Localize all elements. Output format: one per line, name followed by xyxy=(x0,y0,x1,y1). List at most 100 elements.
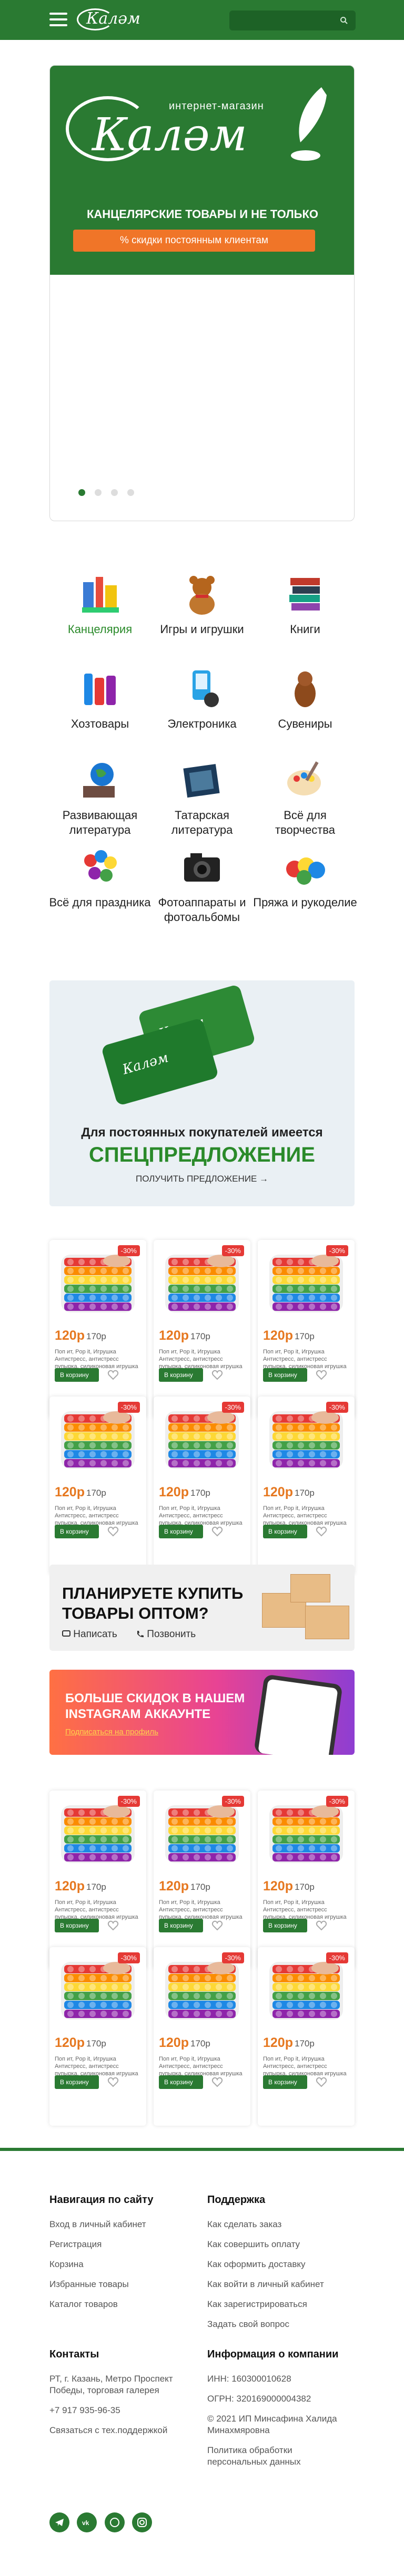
discount-button[interactable]: % скидки постоянным клиентам xyxy=(73,230,315,252)
product-image[interactable] xyxy=(158,1952,246,2026)
heart-icon[interactable] xyxy=(107,2076,119,2088)
category-cameras[interactable]: Фотоаппараты и фотоальбомы xyxy=(149,845,255,925)
add-to-cart-button[interactable]: В корзину xyxy=(159,1368,203,1382)
product-description[interactable]: Поп ит, Pop it, Игрушка Антистресс, анти… xyxy=(159,1348,246,1370)
product-description[interactable]: Поп ит, Pop it, Игрушка Антистресс, анти… xyxy=(263,2055,350,2077)
footer-link-login[interactable]: Вход в личный кабинет xyxy=(49,2219,153,2230)
heart-icon[interactable] xyxy=(211,1526,223,1537)
loyalty-promo[interactable]: Калəм Калəм Для постоянных покупателей и… xyxy=(49,980,355,1206)
heart-icon[interactable] xyxy=(107,1526,119,1537)
header-logo[interactable]: Калəм xyxy=(77,7,145,32)
product-card[interactable]: -30% 120р 170р Поп ит, Pop it, Игрушка Анти… xyxy=(154,1240,250,1419)
product-image[interactable] xyxy=(158,1796,246,1869)
privacy-policy-link[interactable]: Политика обработки персональных данных xyxy=(207,2445,355,2468)
footer-link-delivery[interactable]: Как оформить доставку xyxy=(207,2259,324,2270)
phone-link[interactable]: +7 917 935-96-35 xyxy=(49,2405,176,2416)
product-card[interactable]: -30% 120р 170р Поп ит, Pop it, Игрушка Анти… xyxy=(49,1240,146,1419)
heart-icon[interactable] xyxy=(316,1920,327,1931)
whatsapp-icon[interactable] xyxy=(104,2512,125,2532)
product-image[interactable] xyxy=(262,1952,350,2026)
category-household[interactable]: Хозтовары xyxy=(47,666,153,731)
slider-dot-4[interactable] xyxy=(127,489,134,496)
slider-dot-3[interactable] xyxy=(111,489,118,496)
product-card[interactable]: -30% 120р 170р Поп ит, Pop it, Игрушка Анти… xyxy=(49,1947,146,2126)
category-books[interactable]: Книги xyxy=(252,572,358,637)
call-button[interactable]: Позвонить xyxy=(136,1629,196,1640)
category-creativity[interactable]: Всё для творчества xyxy=(252,758,358,837)
slider-dot-2[interactable] xyxy=(95,489,102,496)
add-to-cart-button[interactable]: В корзину xyxy=(55,1919,99,1932)
product-description[interactable]: Поп ит, Pop it, Игрушка Антистресс, анти… xyxy=(55,1348,142,1370)
add-to-cart-button[interactable]: В корзину xyxy=(159,2075,203,2089)
product-image[interactable] xyxy=(262,1796,350,1869)
category-souvenirs[interactable]: Сувениры xyxy=(252,666,358,731)
product-description[interactable]: Поп ит, Pop it, Игрушка Антистресс, анти… xyxy=(159,1899,246,1921)
product-image[interactable] xyxy=(158,1402,246,1475)
footer-link-catalog[interactable]: Каталог товаров xyxy=(49,2299,153,2310)
product-description[interactable]: Поп ит, Pop it, Игрушка Антистресс, анти… xyxy=(263,1899,350,1921)
heart-icon[interactable] xyxy=(107,1920,119,1931)
category-holiday[interactable]: Всё для праздника xyxy=(47,845,153,910)
write-button[interactable]: Написать xyxy=(62,1629,117,1640)
telegram-icon[interactable] xyxy=(49,2512,69,2532)
footer-link-cart[interactable]: Корзина xyxy=(49,2259,153,2270)
add-to-cart-button[interactable]: В корзину xyxy=(159,1919,203,1932)
product-description[interactable]: Поп ит, Pop it, Игрушка Антистресс, анти… xyxy=(263,1348,350,1370)
category-stationery[interactable]: Канцелярия xyxy=(47,572,153,637)
subscribe-link[interactable]: Подписаться на профиль xyxy=(65,1727,158,1736)
heart-icon[interactable] xyxy=(316,2076,327,2088)
product-image[interactable] xyxy=(54,1796,142,1869)
add-to-cart-button[interactable]: В корзину xyxy=(263,1368,307,1382)
instagram-icon[interactable] xyxy=(132,2512,153,2532)
add-to-cart-button[interactable]: В корзину xyxy=(55,2075,99,2089)
add-to-cart-button[interactable]: В корзину xyxy=(263,1525,307,1538)
product-card[interactable]: -30% 120р 170р Поп ит, Pop it, Игрушка Анти… xyxy=(154,1947,250,2126)
footer-link-register[interactable]: Регистрация xyxy=(49,2239,153,2250)
product-image[interactable] xyxy=(54,1402,142,1475)
category-educational[interactable]: Развивающая литература xyxy=(47,758,153,837)
product-card[interactable]: -30% 120р 170р Поп ит, Pop it, Игрушка Анти… xyxy=(258,1947,355,2126)
heart-icon[interactable] xyxy=(107,1369,119,1381)
product-image[interactable] xyxy=(262,1245,350,1319)
search-input[interactable] xyxy=(229,11,356,30)
product-card[interactable]: -30% 120р 170р Поп ит, Pop it, Игрушка Анти… xyxy=(49,1791,146,1969)
product-description[interactable]: Поп ит, Pop it, Игрушка Антистресс, анти… xyxy=(55,1505,142,1527)
add-to-cart-button[interactable]: В корзину xyxy=(263,2075,307,2089)
product-card[interactable]: -30% 120р 170р Поп ит, Pop it, Игрушка Анти… xyxy=(258,1240,355,1419)
hero-slider[interactable]: интернет-магазин Калəм КАНЦЕЛЯРСКИЕ ТОВА… xyxy=(49,65,355,521)
category-tatar-literature[interactable]: Татарская литература xyxy=(149,758,255,837)
product-description[interactable]: Поп ит, Pop it, Игрушка Антистресс, анти… xyxy=(159,1505,246,1527)
slider-dot-1[interactable] xyxy=(78,489,85,496)
vk-icon[interactable]: vk xyxy=(77,2512,97,2532)
product-card[interactable]: -30% 120р 170р Поп ит, Pop it, Игрушка Анти… xyxy=(49,1396,146,1575)
add-to-cart-button[interactable]: В корзину xyxy=(55,1525,99,1538)
product-card[interactable]: -30% 120р 170р Поп ит, Pop it, Игрушка Анти… xyxy=(258,1791,355,1969)
product-image[interactable] xyxy=(158,1245,246,1319)
product-card[interactable]: -30% 120р 170р Поп ит, Pop it, Игрушка Анти… xyxy=(154,1791,250,1969)
product-description[interactable]: Поп ит, Pop it, Игрушка Антистресс, анти… xyxy=(263,1505,350,1527)
category-toys[interactable]: Игры и игрушки xyxy=(149,572,255,637)
product-description[interactable]: Поп ит, Pop it, Игрушка Антистресс, анти… xyxy=(55,1899,142,1921)
heart-icon[interactable] xyxy=(316,1526,327,1537)
add-to-cart-button[interactable]: В корзину xyxy=(55,1368,99,1382)
footer-link-favorites[interactable]: Избранные товары xyxy=(49,2279,153,2290)
product-image[interactable] xyxy=(54,1245,142,1319)
get-offer-link[interactable]: ПОЛУЧИТЬ ПРЕДЛОЖЕНИЕ → xyxy=(49,1174,355,1184)
heart-icon[interactable] xyxy=(211,2076,223,2088)
instagram-banner[interactable]: БОЛЬШЕ СКИДОК В НАШЕМ INSTAGRAM АККАУНТЕ … xyxy=(49,1670,355,1755)
category-yarn[interactable]: Пряжа и рукоделие xyxy=(252,845,358,910)
product-image[interactable] xyxy=(54,1952,142,2026)
category-electronics[interactable]: Электроника xyxy=(149,666,255,731)
product-image[interactable] xyxy=(262,1402,350,1475)
product-description[interactable]: Поп ит, Pop it, Игрушка Антистресс, анти… xyxy=(55,2055,142,2077)
footer-link-payment[interactable]: Как совершить оплату xyxy=(207,2239,324,2250)
search-icon[interactable] xyxy=(340,16,348,25)
add-to-cart-button[interactable]: В корзину xyxy=(263,1919,307,1932)
product-card[interactable]: -30% 120р 170р Поп ит, Pop it, Игрушка Анти… xyxy=(154,1396,250,1575)
add-to-cart-button[interactable]: В корзину xyxy=(159,1525,203,1538)
menu-burger-icon[interactable] xyxy=(49,13,67,26)
heart-icon[interactable] xyxy=(316,1369,327,1381)
footer-link-account-login[interactable]: Как войти в личный кабинет xyxy=(207,2279,324,2290)
footer-link-how-register[interactable]: Как зарегистрироваться xyxy=(207,2299,324,2310)
footer-link-ask[interactable]: Задать свой вопрос xyxy=(207,2319,324,2330)
